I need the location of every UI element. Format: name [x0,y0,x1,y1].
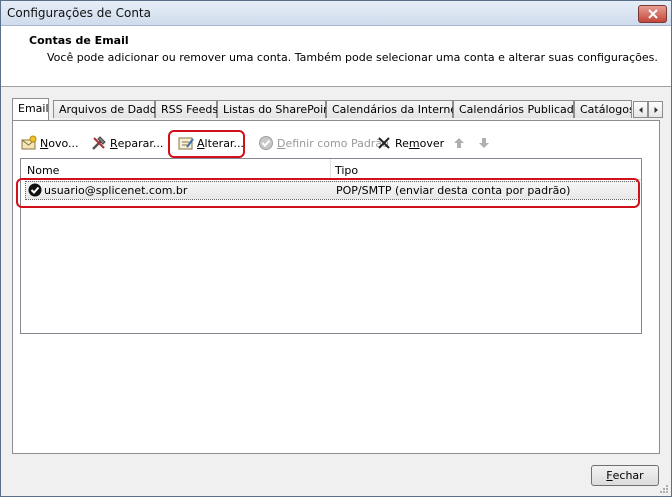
remove-button[interactable]: Re m over [376,133,444,153]
account-row-highlight [16,178,640,208]
repair-label-rest: eparar... [117,136,164,150]
column-divider[interactable] [330,159,331,178]
tools-icon [92,136,106,150]
account-toolbar: Novo... Reparar... Alterar... D efinir c… [21,133,651,153]
close-label-rest: echar [612,469,644,482]
remove-label-rest: over [419,136,445,150]
header-panel: Contas de Email Você pode adicionar ou r… [1,26,671,87]
change-button-highlight [168,130,245,158]
remove-label-accel: m [408,136,420,150]
tab-scroll-right-button[interactable] [648,101,663,118]
column-header-name[interactable]: Nome [27,164,59,177]
title-bar[interactable]: Configurações de Conta [1,1,671,26]
new-label-rest: ovo... [48,136,79,150]
remove-label-pre: Re [395,136,409,150]
resize-grip-icon[interactable] [659,484,669,494]
new-label-accel: N [40,136,49,150]
close-window-button[interactable] [638,5,667,23]
header-description: Você pode adicionar ou remover uma conta… [47,51,658,64]
tab-sharepoint-lists[interactable]: Listas do SharePoint [217,100,334,118]
repair-button[interactable]: Reparar... [91,133,163,153]
account-settings-window: Configurações de Conta Contas de Email V… [0,0,672,497]
list-header: Nome Tipo [21,159,641,180]
tab-published-calendars[interactable]: Calendários Publicados [453,100,586,118]
tab-internet-calendars[interactable]: Calendários da Internet [326,100,461,118]
window-title: Configurações de Conta [7,6,151,20]
repair-label-accel: R [110,136,118,150]
tab-catalogs[interactable]: Catálogos [574,100,632,118]
close-icon [647,9,658,19]
tab-scroll-left-button[interactable] [633,101,648,118]
move-up-button[interactable] [451,133,470,153]
arrow-left-icon [638,106,642,113]
arrow-up-icon [454,138,464,148]
tab-data-files[interactable]: Arquivos de Dados [53,100,162,118]
email-tab-panel: Novo... Reparar... Alterar... D efinir c… [12,120,660,454]
new-account-button[interactable]: Novo... [21,133,79,153]
close-button[interactable]: Fechar [591,465,659,486]
tab-rss-feeds[interactable]: RSS Feeds [155,100,218,118]
header-title: Contas de Email [29,34,129,47]
check-circle-icon [259,136,273,150]
tab-strip: Email Arquivos de Dados RSS Feeds Listas… [12,98,663,120]
arrow-down-icon [479,138,489,148]
remove-x-icon [378,137,390,149]
set-default-label-rest: efinir como Padrão [285,136,389,150]
move-down-button[interactable] [476,133,495,153]
column-header-type[interactable]: Tipo [335,164,358,177]
set-default-button[interactable]: Definir como Padrão [258,133,389,153]
new-mail-icon [21,135,37,150]
set-default-label-accel: D [277,136,286,150]
arrow-right-icon [654,106,658,113]
tab-email[interactable]: Email [12,98,49,120]
